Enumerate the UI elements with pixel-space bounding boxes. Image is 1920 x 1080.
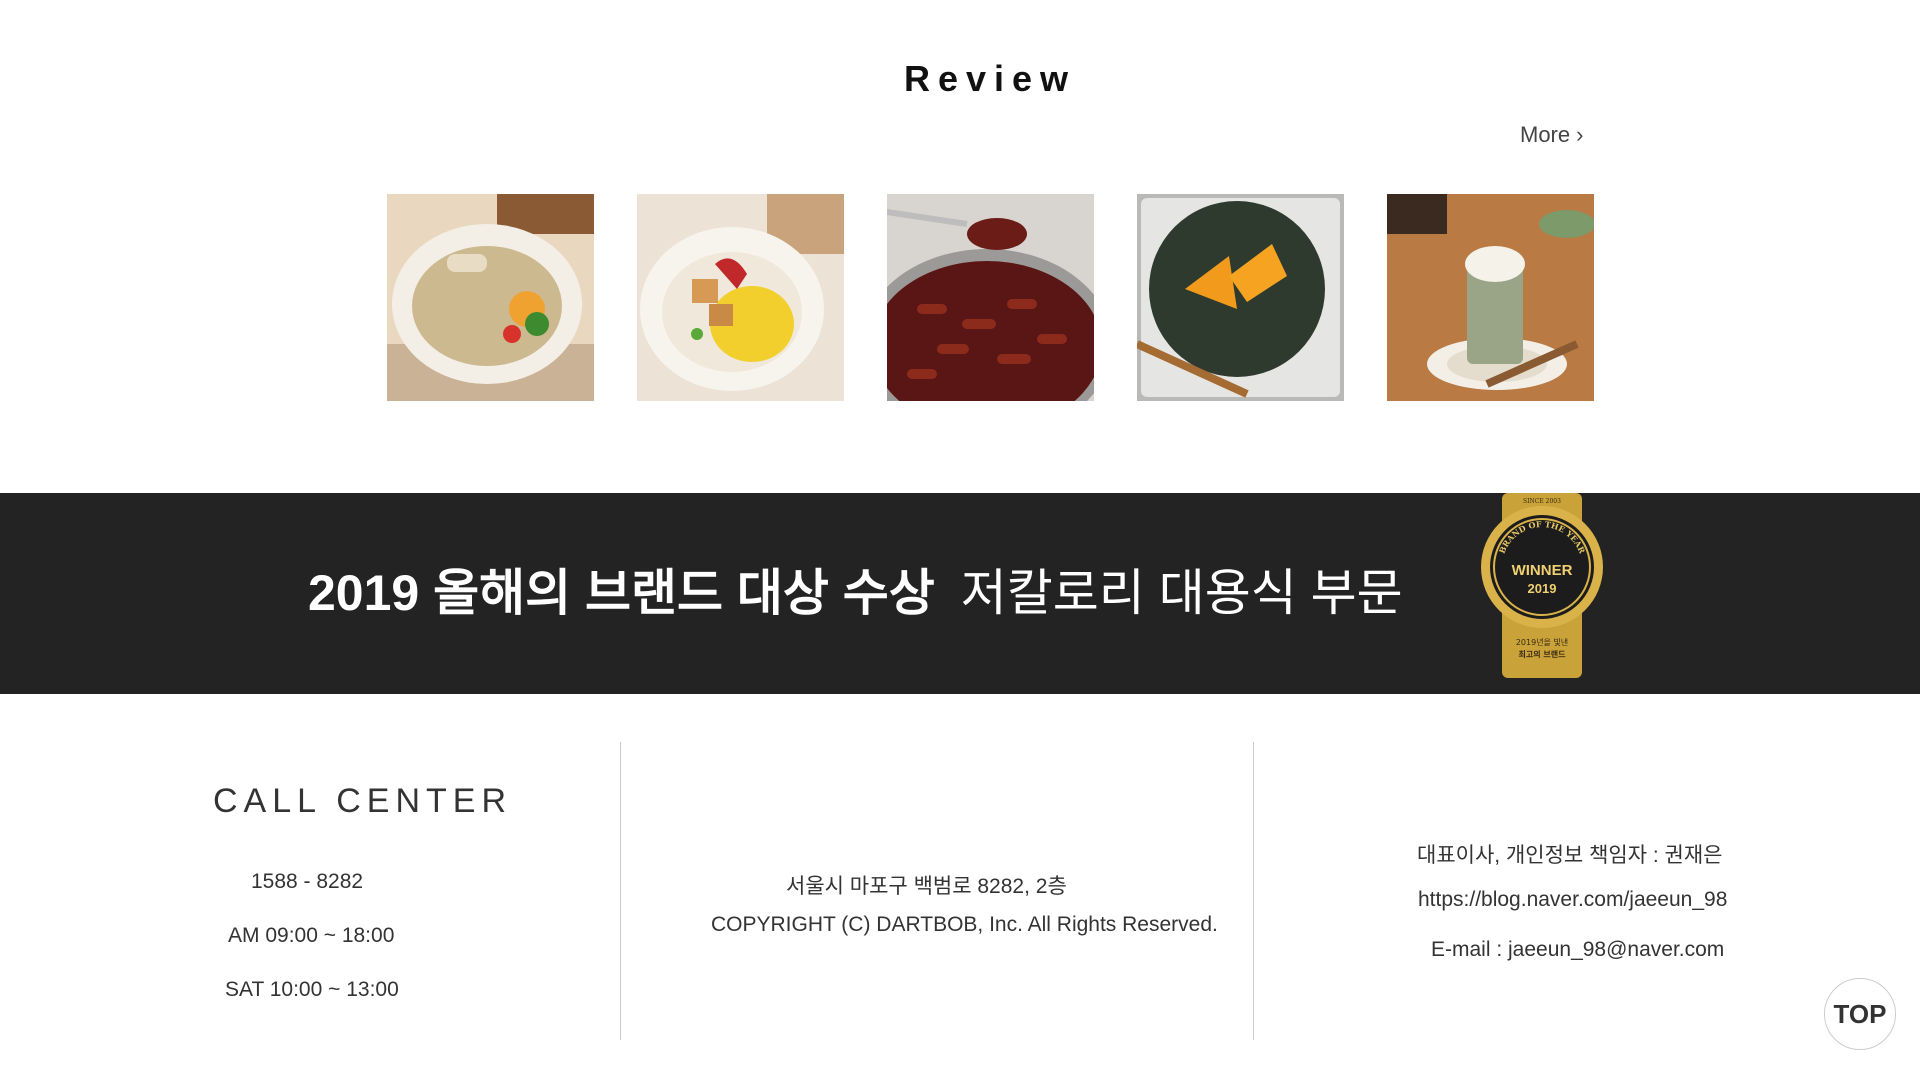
blog-link[interactable]: https://blog.naver.com/jaeeun_98 [1418,888,1727,912]
footer: CALL CENTER 1588 - 8282 AM 09:00 ~ 18:00… [0,742,1920,1040]
badge-since: SINCE 2003 [1523,498,1561,505]
food-glass-matcha-latte-icon [1387,194,1594,401]
call-center-title: CALL CENTER [213,782,513,820]
review-thumbnail[interactable] [387,194,594,401]
banner-headline: 2019 올해의 브랜드 대상 수상 저칼로리 대용식 부문 [308,553,1403,625]
scroll-top-button[interactable]: TOP [1824,978,1896,1050]
food-bowl-rice-vegetables-icon [387,194,594,401]
company-address-section: 서울시 마포구 백범로 8282, 2층 COPYRIGHT (C) DARTB… [620,742,1254,1040]
review-thumbnail[interactable] [1137,194,1344,401]
review-thumbnail[interactable] [1387,194,1594,401]
badge-year: 2019 [1528,581,1557,596]
banner-headline-strong: 2019 올해의 브랜드 대상 수상 [308,565,935,621]
badge-winner: WINNER [1512,562,1573,579]
review-gallery [387,194,1594,401]
badge-note1: 2019년을 빛낸 [1516,637,1568,647]
brand-award-badge-icon: SINCE 2003 BRAND OF THE YEAR WINNER 2019… [1481,493,1603,678]
call-center-weekday-hours: AM 09:00 ~ 18:00 [228,924,395,947]
company-address: 서울시 마포구 백범로 8282, 2층 [786,875,1067,898]
review-thumbnail[interactable] [887,194,1094,401]
food-plate-pumpkin-icon [1137,194,1344,401]
call-center-sat-hours: SAT 10:00 ~ 13:00 [225,978,399,1001]
badge-note2: 최고의 브랜드 [1519,649,1567,659]
chevron-right-icon: › [1576,122,1584,147]
copyright: COPYRIGHT (C) DARTBOB, Inc. All Rights R… [711,913,1218,936]
contact-info-section: 대표이사, 개인정보 책임자 : 권재은 https://blog.naver.… [1252,742,1920,1040]
award-banner: 2019 올해의 브랜드 대상 수상 저칼로리 대용식 부문 SINCE 2003… [0,493,1920,694]
food-bowl-tofu-egg-icon [637,194,844,401]
food-pan-tteokbokki-icon [887,194,1094,401]
email-info: E-mail : jaeeun_98@naver.com [1431,938,1725,961]
call-center-section: CALL CENTER 1588 - 8282 AM 09:00 ~ 18:00… [0,742,620,1040]
ceo-info: 대표이사, 개인정보 책임자 : 권재은 [1417,844,1723,867]
banner-headline-light: 저칼로리 대용식 부문 [960,565,1403,621]
review-title: Review [903,58,1077,99]
call-center-phone: 1588 - 8282 [251,870,364,893]
more-label: More [1520,122,1571,147]
review-thumbnail[interactable] [637,194,844,401]
more-link[interactable]: More › [1520,122,1583,148]
